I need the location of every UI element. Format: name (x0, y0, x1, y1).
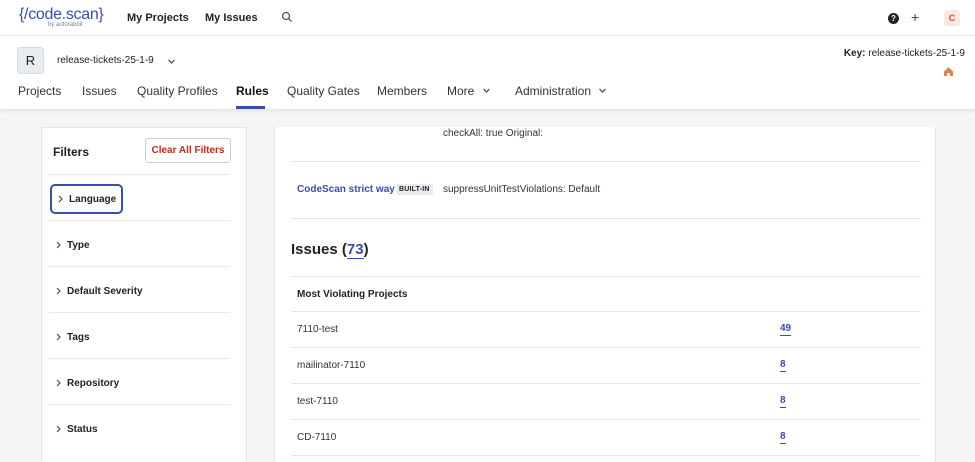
built-in-badge: BUILT-IN (396, 184, 433, 195)
tab-more[interactable]: More (447, 84, 491, 98)
chevron-right-icon (56, 379, 61, 387)
facet-label: Tags (67, 331, 90, 343)
chevron-right-icon (56, 333, 61, 341)
issues-heading-label: Issues ( (291, 241, 347, 258)
chevron-right-icon (58, 195, 63, 203)
facet-default-severity[interactable]: Default Severity (49, 266, 230, 312)
divider (291, 419, 921, 420)
user-avatar[interactable]: C (944, 10, 960, 26)
project-row-name: mailinator-7110 (297, 360, 366, 371)
tab-rules[interactable]: Rules (236, 84, 269, 98)
facet-label: Default Severity (67, 285, 143, 297)
facet-label: Repository (67, 377, 120, 389)
project-row-count-link[interactable]: 8 (780, 395, 786, 408)
facet-header[interactable]: Status (50, 414, 103, 444)
tab-more-label: More (447, 84, 475, 98)
clear-all-filters-button[interactable]: Clear All Filters (145, 138, 231, 163)
project-row-name: CD-7110 (297, 432, 337, 443)
filters-panel: Filters Clear All Filters Language Type … (41, 127, 247, 462)
rule-details-panel: checkAll: true Original: CodeScan strict… (274, 127, 936, 462)
filters-title: Filters (53, 145, 90, 159)
project-header: R release-tickets-25-1-9 Key: release-ti… (0, 36, 975, 110)
issues-heading: Issues (73) (291, 241, 369, 259)
facet-type[interactable]: Type (49, 220, 230, 266)
top-bar: {/code.scan} by autorabbit My Projects M… (0, 0, 975, 36)
divider (291, 455, 921, 456)
project-row-count-link[interactable]: 8 (780, 359, 786, 372)
nav-my-issues[interactable]: My Issues (205, 12, 258, 24)
quality-profile-link[interactable]: CodeScan strict way (297, 184, 395, 195)
chevron-right-icon (56, 287, 61, 295)
facet-tags[interactable]: Tags (49, 312, 230, 358)
plus-icon[interactable]: + (911, 9, 919, 25)
project-row-name: 7110-test (297, 324, 338, 335)
facet-repository[interactable]: Repository (49, 358, 230, 404)
tab-quality-profiles[interactable]: Quality Profiles (137, 84, 218, 98)
facet-header[interactable]: Language (50, 184, 124, 214)
tab-projects[interactable]: Projects (18, 84, 61, 98)
parameter-value: checkAll: true Original: (443, 128, 544, 139)
facet-label: Status (67, 423, 98, 435)
project-row-name: test-7110 (297, 396, 338, 407)
facet-label: Language (69, 193, 117, 205)
project-badge: R (17, 47, 44, 74)
facet-header[interactable]: Tags (50, 322, 95, 352)
tab-quality-gates[interactable]: Quality Gates (287, 84, 360, 98)
project-key-value: release-tickets-25-1-9 (868, 48, 965, 59)
home-icon[interactable] (943, 66, 954, 80)
facet-header[interactable]: Repository (50, 368, 124, 398)
divider (291, 383, 921, 384)
active-tab-indicator (236, 106, 265, 109)
tab-issues[interactable]: Issues (82, 84, 117, 98)
divider (291, 347, 921, 348)
divider (291, 276, 921, 277)
most-violating-projects-title: Most Violating Projects (297, 289, 408, 300)
project-name[interactable]: release-tickets-25-1-9 (57, 55, 154, 66)
chevron-down-icon[interactable] (167, 55, 176, 69)
tab-members[interactable]: Members (377, 84, 427, 98)
facet-header[interactable]: Default Severity (50, 276, 148, 306)
logo-subtitle: by autorabbit (48, 22, 83, 28)
facet-header[interactable]: Type (50, 230, 95, 260)
facet-label: Type (67, 239, 90, 251)
search-icon[interactable] (281, 11, 293, 26)
chevron-right-icon (56, 425, 61, 433)
chevron-down-icon (482, 88, 490, 93)
facet-status[interactable]: Status (49, 404, 230, 450)
help-icon[interactable]: ? (888, 13, 899, 24)
project-key-label: Key: (843, 48, 866, 59)
divider (291, 161, 921, 162)
nav-my-projects[interactable]: My Projects (127, 12, 189, 24)
tab-administration[interactable]: Administration (515, 84, 607, 98)
project-row-count-link[interactable]: 8 (780, 431, 786, 444)
parameter-value: suppressUnitTestViolations: Default (443, 184, 601, 195)
tab-administration-label: Administration (515, 84, 592, 98)
divider (291, 218, 921, 219)
facet-language[interactable]: Language (49, 174, 230, 220)
chevron-right-icon (56, 241, 61, 249)
project-key: Key: release-tickets-25-1-9 (844, 48, 965, 59)
issues-heading-close: ) (363, 241, 369, 258)
issues-count-link[interactable]: 73 (346, 241, 364, 259)
divider (291, 311, 921, 312)
chevron-down-icon (599, 88, 607, 93)
project-row-count-link[interactable]: 49 (780, 323, 792, 336)
